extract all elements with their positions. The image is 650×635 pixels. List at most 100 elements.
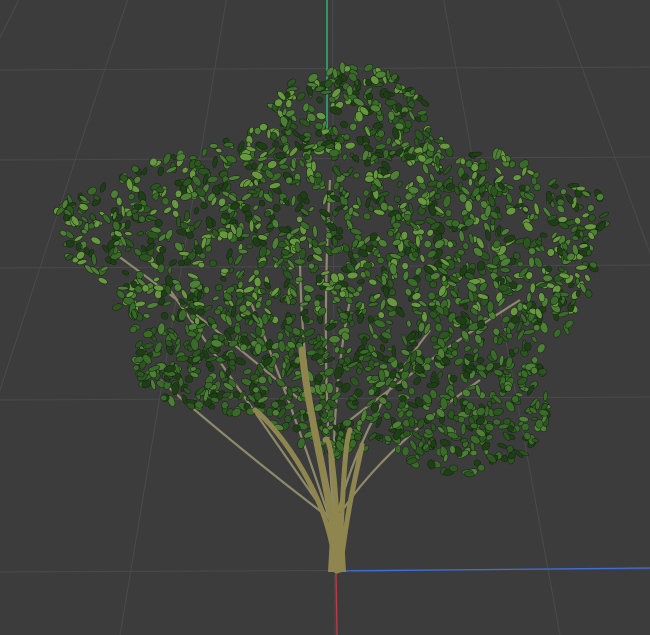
leaf bbox=[537, 343, 546, 354]
leaf bbox=[136, 231, 145, 236]
leaf bbox=[349, 122, 357, 131]
tree-model[interactable] bbox=[53, 61, 610, 574]
leaf bbox=[228, 267, 235, 274]
leaf bbox=[409, 439, 417, 451]
leaf bbox=[278, 340, 286, 353]
leaf bbox=[285, 99, 293, 108]
leaf bbox=[469, 450, 478, 456]
leaf bbox=[389, 170, 400, 181]
leaf bbox=[346, 85, 354, 96]
leaf bbox=[413, 310, 424, 316]
viewport-canvas[interactable] bbox=[0, 0, 650, 635]
leaf bbox=[400, 231, 408, 241]
leaf bbox=[468, 178, 473, 187]
3d-viewport[interactable] bbox=[0, 0, 650, 635]
leaf bbox=[512, 174, 522, 181]
leaf bbox=[290, 227, 301, 235]
leaf bbox=[357, 279, 365, 285]
leaf bbox=[171, 154, 177, 161]
leaf bbox=[445, 208, 453, 217]
leaf bbox=[292, 130, 301, 138]
leaf bbox=[529, 282, 536, 294]
leaf bbox=[181, 167, 189, 174]
leaf bbox=[258, 245, 267, 258]
leaf bbox=[383, 412, 391, 420]
leaf bbox=[167, 266, 172, 274]
leaf bbox=[422, 163, 429, 175]
leaf bbox=[196, 308, 205, 316]
leaf bbox=[169, 259, 177, 266]
grid-line bbox=[0, 156, 650, 161]
leaf bbox=[296, 92, 306, 101]
leaf bbox=[371, 402, 379, 413]
leaf bbox=[127, 193, 135, 201]
leaf bbox=[396, 180, 403, 188]
leaf bbox=[303, 294, 312, 302]
leaf bbox=[156, 253, 165, 265]
leaf bbox=[87, 186, 97, 196]
leaf bbox=[290, 195, 296, 207]
leaf bbox=[385, 137, 392, 146]
leaf bbox=[185, 231, 194, 239]
leaf bbox=[442, 195, 451, 208]
leaf bbox=[265, 298, 273, 307]
leaf bbox=[533, 202, 540, 216]
leaf bbox=[415, 235, 421, 248]
leaf bbox=[117, 286, 129, 291]
leaf bbox=[362, 189, 370, 197]
leaf bbox=[426, 382, 439, 389]
leaf bbox=[401, 262, 409, 270]
leaf bbox=[518, 159, 530, 169]
leaf bbox=[419, 99, 430, 107]
leaf bbox=[408, 387, 416, 396]
leaf bbox=[471, 171, 478, 180]
leaf bbox=[434, 192, 442, 201]
leaf bbox=[376, 256, 385, 264]
trunk-base bbox=[328, 520, 346, 572]
leaf bbox=[317, 348, 325, 356]
leaf bbox=[181, 289, 188, 300]
leaf bbox=[212, 156, 218, 168]
leaf bbox=[553, 328, 561, 338]
leaf bbox=[441, 275, 447, 283]
leaf bbox=[492, 418, 501, 426]
leaf bbox=[209, 143, 219, 149]
leaf bbox=[507, 425, 514, 433]
leaf bbox=[330, 246, 343, 255]
leaf bbox=[281, 264, 288, 272]
leaf bbox=[254, 342, 262, 355]
leaf bbox=[530, 366, 538, 375]
leaf bbox=[494, 166, 502, 175]
leaf bbox=[315, 112, 326, 120]
leaf bbox=[395, 444, 402, 454]
leaf bbox=[443, 164, 452, 176]
leaf bbox=[112, 303, 123, 311]
grid-line bbox=[556, 0, 650, 255]
leaf bbox=[453, 395, 458, 407]
leaf bbox=[392, 221, 402, 229]
leaf bbox=[248, 126, 254, 134]
leaf bbox=[470, 422, 479, 429]
leaf bbox=[434, 323, 443, 333]
z-axis-line bbox=[335, 570, 338, 635]
leaf bbox=[157, 166, 164, 176]
leaf bbox=[542, 274, 553, 282]
leaf bbox=[197, 262, 205, 269]
leaf bbox=[184, 210, 190, 222]
leaf bbox=[457, 249, 465, 256]
leaf bbox=[560, 188, 567, 196]
leaf bbox=[252, 204, 259, 211]
leaf bbox=[462, 242, 470, 250]
leaf bbox=[460, 157, 466, 166]
leaf bbox=[391, 345, 397, 358]
leaf bbox=[546, 248, 555, 257]
leaf bbox=[313, 299, 321, 308]
leaf bbox=[320, 270, 331, 276]
leaf bbox=[215, 148, 223, 153]
leaf bbox=[395, 103, 403, 113]
leaf bbox=[193, 207, 199, 215]
leaf bbox=[266, 128, 271, 140]
leaf bbox=[302, 284, 315, 293]
leaf bbox=[315, 176, 323, 184]
leaf bbox=[99, 182, 107, 193]
